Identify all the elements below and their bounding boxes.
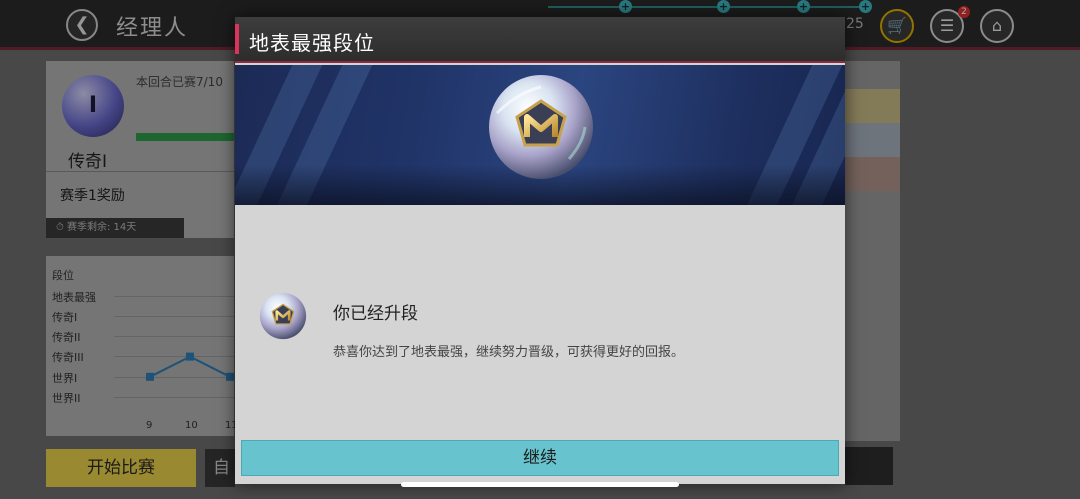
promotion-title: 你已经升段 (333, 304, 418, 324)
home-indicator[interactable] (401, 482, 679, 487)
legend-ball-emblem-icon (259, 292, 307, 340)
dialog-header: 地表最强段位 (235, 17, 845, 63)
dialog-body: 你已经升段 恭喜你达到了地表最强，继续努力晋级，可获得更好的回报。 (235, 205, 845, 435)
rank-up-dialog: 地表最强段位 你已经升段 恭喜你达到了地表最强，继续努力晋级，可获得更好的回报。… (235, 17, 845, 484)
dialog-title: 地表最强段位 (249, 31, 375, 55)
continue-button[interactable]: 继续 (241, 440, 839, 476)
legend-ball-emblem-icon (489, 75, 593, 179)
rank-banner (235, 65, 845, 205)
promotion-message: 恭喜你达到了地表最强，继续努力晋级，可获得更好的回报。 (333, 345, 685, 360)
header-accent (235, 24, 239, 54)
